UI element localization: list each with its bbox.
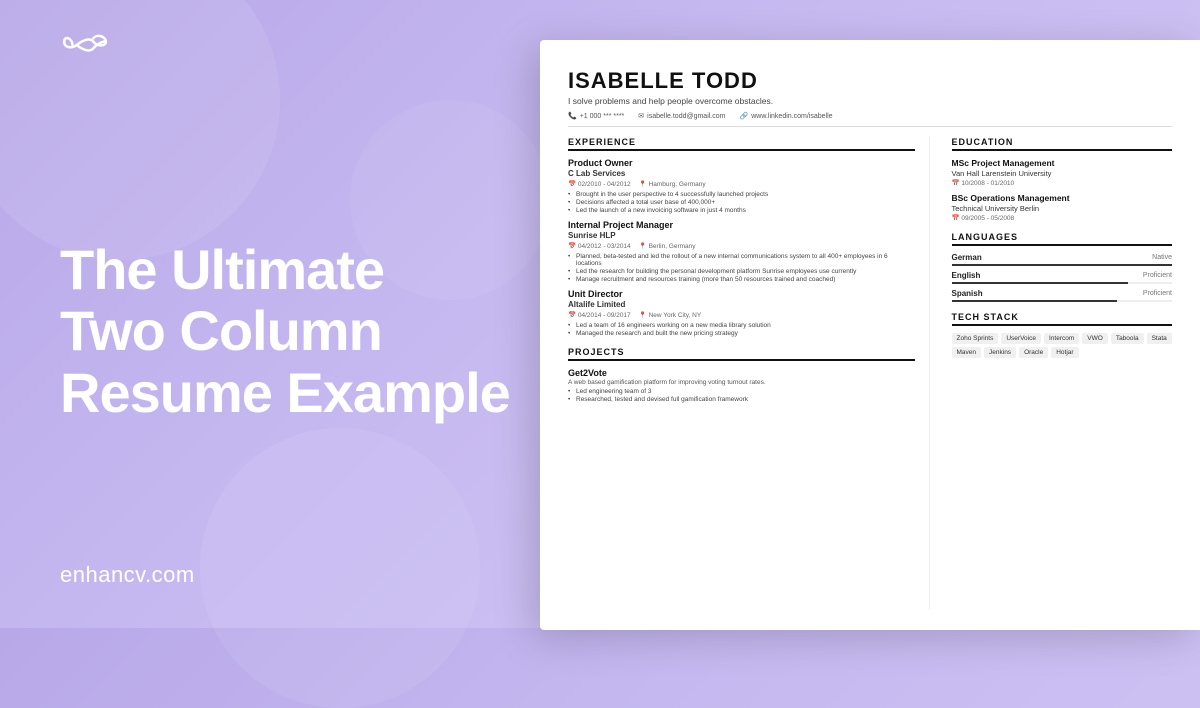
job-title-1: Product Owner [568, 158, 915, 168]
lang-name-spanish: Spanish [952, 289, 983, 298]
resume-right-column: EDUCATION MSc Project Management Van Hal… [946, 137, 1173, 609]
language-spanish: Spanish Proficient [952, 289, 1173, 302]
headline-line3: Resume Example [60, 362, 540, 424]
left-panel: The Ultimate Two Column Resume Example e… [0, 0, 590, 628]
lang-row-english: English Proficient [952, 271, 1173, 280]
edu-date-2: 📅 09/2005 - 05/2008 [952, 214, 1173, 222]
job-location-1: 📍 Hamburg, Germany [639, 180, 706, 188]
edu-degree-2: BSc Operations Management [952, 193, 1173, 203]
tech-tag-zoho: Zoho Sprints [952, 333, 999, 344]
resume-left-column: EXPERIENCE Product Owner C Lab Services … [568, 137, 930, 609]
bullet-2-1: Planned, beta-tested and led the rollout… [568, 253, 915, 267]
education-title: EDUCATION [952, 137, 1173, 151]
email-value: isabelle.todd@gmail.com [647, 113, 725, 120]
tech-tags-container: Zoho Sprints UserVoice Intercom VWO Tabo… [952, 333, 1173, 358]
site-url: enhancv.com [60, 562, 540, 588]
job-title-2: Internal Project Manager [568, 220, 915, 230]
bullet-2-3: Manage recruitment and resources trainin… [568, 276, 915, 283]
job-dates-1: 📅 02/2010 - 04/2012 [568, 180, 631, 188]
job-dates-3: 📅 04/2014 - 09/2017 [568, 311, 631, 319]
lang-bar-fill-spanish [952, 300, 1117, 302]
tech-tag-taboola: Taboola [1111, 333, 1144, 344]
job-meta-2: 📅 04/2012 - 03/2014 📍 Berlin, Germany [568, 242, 915, 250]
lang-bar-spanish [952, 300, 1173, 302]
tech-tag-stata: Stata [1147, 333, 1172, 344]
tech-tag-intercom: Intercom [1044, 333, 1079, 344]
project-bullet-1-1: Led engineering team of 3 [568, 388, 915, 395]
lang-name-english: English [952, 271, 981, 280]
contact-linkedin: 🔗 www.linkedin.com/isabelle [739, 112, 832, 120]
phone-value: +1 000 *** **** [580, 113, 625, 120]
bullet-1-3: Led the launch of a new invoicing softwa… [568, 207, 915, 214]
tech-tag-uservoice: UserVoice [1001, 333, 1041, 344]
tech-tag-jenkins: Jenkins [984, 347, 1016, 358]
job-company-3: Altalife Limited [568, 300, 915, 309]
resume-contact: 📞 +1 000 *** **** ✉ isabelle.todd@gmail.… [568, 112, 1172, 127]
lang-bar-english [952, 282, 1173, 284]
resume-name: ISABELLE TODD [568, 68, 1172, 94]
enhancv-logo-icon [60, 30, 110, 60]
project-bullets-1: Led engineering team of 3 Researched, te… [568, 388, 915, 403]
job-bullets-2: Planned, beta-tested and led the rollout… [568, 253, 915, 283]
lang-bar-fill-english [952, 282, 1128, 284]
edu-degree-1: MSc Project Management [952, 158, 1173, 168]
lang-level-german: Native [1152, 254, 1172, 261]
contact-email: ✉ isabelle.todd@gmail.com [638, 112, 725, 120]
resume-header: ISABELLE TODD I solve problems and help … [568, 68, 1172, 127]
job-bullets-1: Brought in the user perspective to 4 suc… [568, 191, 915, 214]
projects-title: PROJECTS [568, 347, 915, 361]
language-english: English Proficient [952, 271, 1173, 284]
job-location-2: 📍 Berlin, Germany [639, 242, 696, 250]
project-bullet-1-2: Researched, tested and devised full gami… [568, 396, 915, 403]
bullet-3-1: Led a team of 16 engineers working on a … [568, 322, 915, 329]
tech-tag-hotjar: Hotjar [1051, 347, 1078, 358]
logo [60, 30, 540, 60]
job-title-3: Unit Director [568, 289, 915, 299]
project-desc-1: A web based gamification platform for im… [568, 379, 915, 386]
job-bullets-3: Led a team of 16 engineers working on a … [568, 322, 915, 337]
techstack-title: TECH STACK [952, 312, 1173, 326]
lang-level-spanish: Proficient [1143, 290, 1172, 297]
bullet-1-2: Decisions affected a total user base of … [568, 199, 915, 206]
linkedin-icon: 🔗 [739, 112, 748, 120]
language-german: German Native [952, 253, 1173, 266]
job-location-3: 📍 New York City, NY [639, 311, 702, 319]
languages-title: LANGUAGES [952, 232, 1173, 246]
job-meta-3: 📅 04/2014 - 09/2017 📍 New York City, NY [568, 311, 915, 319]
tech-tag-maven: Maven [952, 347, 982, 358]
bullet-2-2: Led the research for building the person… [568, 268, 915, 275]
project-title-1: Get2Vote [568, 368, 915, 378]
headline-container: The Ultimate Two Column Resume Example [60, 159, 540, 424]
edu-university-2: Technical University Berlin [952, 204, 1173, 213]
lang-level-english: Proficient [1143, 272, 1172, 279]
bullet-3-2: Managed the research and built the new p… [568, 330, 915, 337]
resume-body: EXPERIENCE Product Owner C Lab Services … [568, 137, 1172, 609]
lang-row-spanish: Spanish Proficient [952, 289, 1173, 298]
tech-tag-oracle: Oracle [1019, 347, 1048, 358]
headline-line1: The Ultimate [60, 239, 540, 301]
edu-university-1: Van Hall Larenstein University [952, 169, 1173, 178]
headline-line2: Two Column [60, 300, 540, 362]
linkedin-value: www.linkedin.com/isabelle [751, 113, 832, 120]
experience-title: EXPERIENCE [568, 137, 915, 151]
edu-date-1: 📅 10/2008 - 01/2010 [952, 179, 1173, 187]
job-company-1: C Lab Services [568, 169, 915, 178]
lang-name-german: German [952, 253, 982, 262]
phone-icon: 📞 [568, 112, 577, 120]
email-icon: ✉ [638, 112, 644, 120]
job-dates-2: 📅 04/2012 - 03/2014 [568, 242, 631, 250]
tech-tag-vwo: VWO [1082, 333, 1108, 344]
resume-card: ISABELLE TODD I solve problems and help … [540, 40, 1200, 630]
bullet-1-1: Brought in the user perspective to 4 suc… [568, 191, 915, 198]
resume-tagline: I solve problems and help people overcom… [568, 96, 1172, 106]
lang-row-german: German Native [952, 253, 1173, 262]
contact-phone: 📞 +1 000 *** **** [568, 112, 624, 120]
job-meta-1: 📅 02/2010 - 04/2012 📍 Hamburg, Germany [568, 180, 915, 188]
lang-bar-fill-german [952, 264, 1173, 266]
headline: The Ultimate Two Column Resume Example [60, 239, 540, 424]
lang-bar-german [952, 264, 1173, 266]
job-company-2: Sunrise HLP [568, 231, 915, 240]
